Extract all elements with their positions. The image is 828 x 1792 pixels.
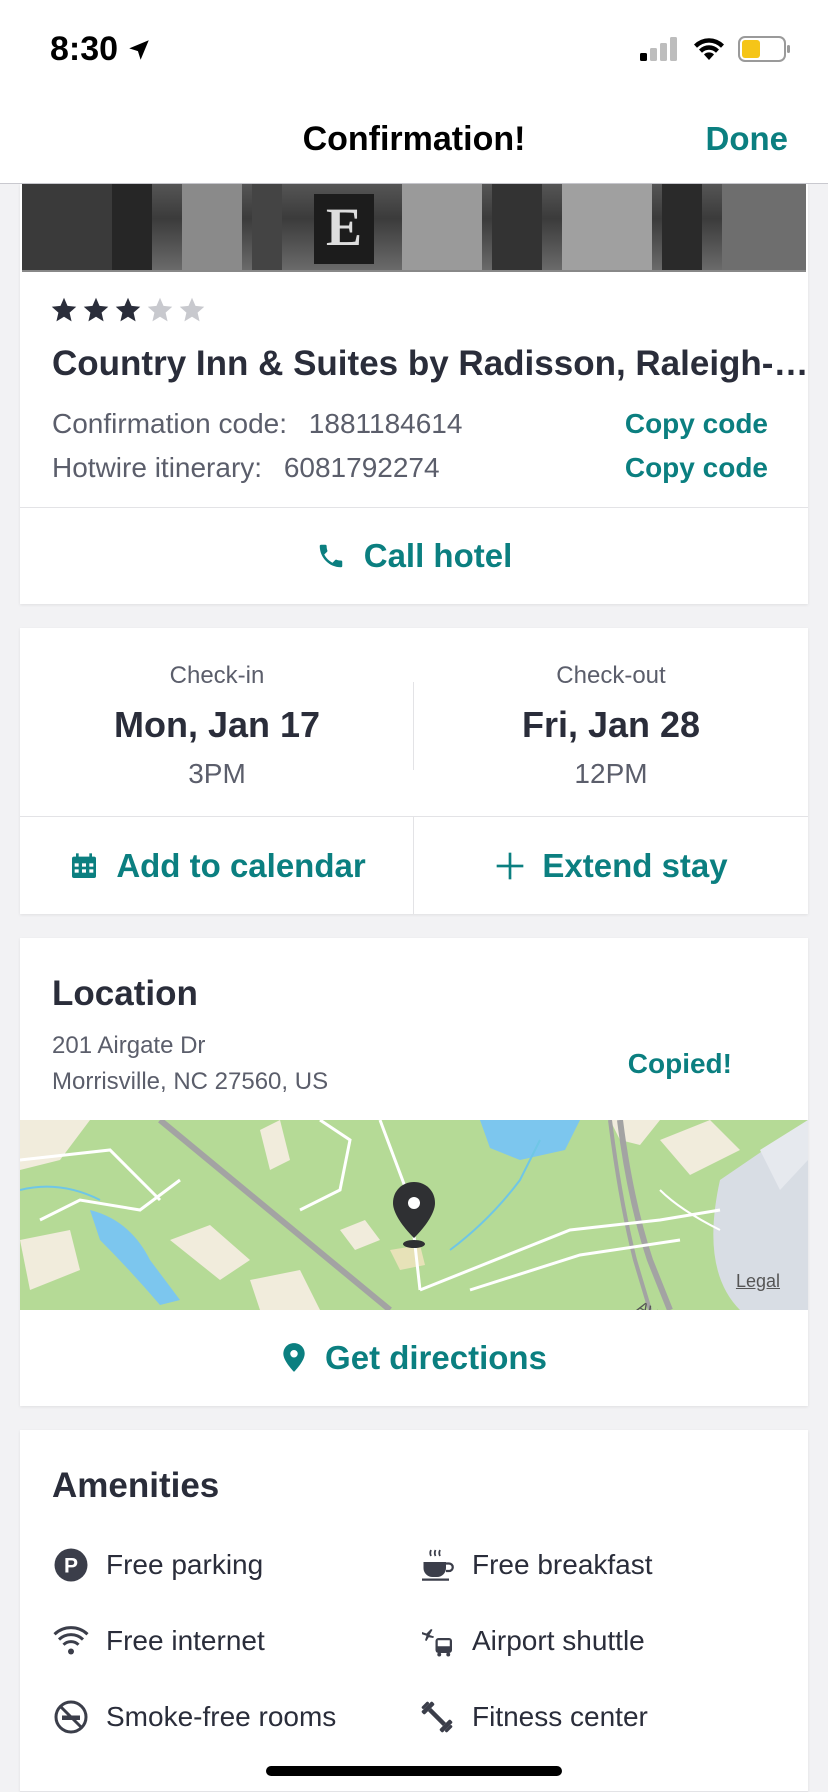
extend-stay-button[interactable]: Extend stay — [414, 817, 808, 914]
location-map[interactable]: AV Legal — [20, 1120, 808, 1310]
star-rating — [50, 296, 206, 324]
get-directions-button[interactable]: Get directions — [20, 1310, 808, 1406]
svg-text:P: P — [64, 1555, 78, 1578]
checkout-section: Check-out Fri, Jan 28 12PM — [414, 628, 808, 816]
plus-icon — [497, 852, 524, 879]
amenity-free-breakfast: Free breakfast — [418, 1546, 653, 1584]
no-smoking-icon — [52, 1698, 90, 1736]
get-directions-label: Get directions — [325, 1339, 547, 1376]
itinerary-code: 6081792274 — [283, 452, 440, 483]
copy-confirmation-code-button[interactable]: Copy code — [625, 408, 768, 440]
map-pin-icon — [393, 1182, 435, 1248]
phone-icon — [319, 544, 342, 568]
parking-icon: P — [52, 1546, 90, 1584]
location-card: Location 201 Airgate Dr Morrisville, NC … — [20, 938, 808, 1406]
star-empty-icon — [179, 297, 205, 322]
dumbbell-icon — [418, 1698, 456, 1736]
checkout-date: Fri, Jan 28 — [521, 704, 701, 745]
done-button[interactable]: Done — [706, 120, 789, 158]
star-filled-icon — [115, 297, 141, 322]
wifi-icon — [52, 1622, 90, 1660]
call-hotel-button[interactable]: Call hotel — [20, 508, 808, 604]
address-line-1[interactable]: 201 Airgate Dr — [52, 1032, 205, 1060]
copy-itinerary-code-button[interactable]: Copy code — [625, 452, 768, 484]
confirmation-code: 1881184614 — [308, 408, 463, 439]
home-indicator — [266, 1766, 562, 1776]
amenity-free-parking: P Free parking — [52, 1546, 263, 1584]
location-arrow-icon — [129, 39, 149, 60]
star-filled-icon — [83, 297, 109, 322]
confirmation-row: Confirmation code: 1881184614 Copy code — [52, 408, 768, 440]
coffee-icon — [418, 1546, 456, 1584]
location-pin-icon — [283, 1343, 305, 1372]
checkout-time: 12PM — [574, 758, 648, 789]
address-line-2[interactable]: Morrisville, NC 27560, US — [52, 1068, 328, 1096]
add-to-calendar-label: Add to calendar — [116, 846, 366, 884]
hotel-photo: E — [22, 184, 806, 272]
hotel-card: E Country Inn & Suites by Radisson, Rale… — [20, 184, 808, 604]
star-filled-icon — [51, 297, 77, 322]
location-title: Location — [52, 974, 198, 1013]
checkin-label: Check-in — [169, 662, 265, 689]
itinerary-row: Hotwire itinerary: 6081792274 Copy code — [52, 452, 768, 484]
itinerary-label: Hotwire itinerary: — [52, 452, 263, 483]
checkin-section: Check-in Mon, Jan 17 3PM — [20, 628, 414, 816]
shuttle-icon — [418, 1622, 456, 1660]
status-bar: 8:30 — [0, 0, 828, 100]
wifi-status-icon — [694, 38, 724, 60]
page-title: Confirmation! — [302, 120, 526, 158]
amenities-card: Amenities P Free parking Free breakfast — [20, 1430, 808, 1792]
checkout-label: Check-out — [556, 662, 666, 689]
hotel-sign: E — [314, 194, 374, 264]
amenity-airport-shuttle: Airport shuttle — [418, 1622, 645, 1660]
cellular-signal-icon — [640, 37, 677, 61]
extend-stay-label: Extend stay — [542, 846, 728, 884]
call-hotel-label: Call hotel — [363, 537, 513, 574]
copied-status: Copied! — [627, 1048, 732, 1079]
add-to-calendar-button[interactable]: Add to calendar — [20, 817, 414, 914]
amenity-fitness-center: Fitness center — [418, 1698, 648, 1736]
hotel-name: Country Inn & Suites by Radisson, Raleig… — [52, 344, 809, 383]
map-legal-link[interactable]: Legal — [736, 1271, 780, 1292]
stay-dates-card: Check-in Mon, Jan 17 3PM Check-out Fri, … — [20, 628, 808, 914]
star-empty-icon — [147, 297, 173, 322]
calendar-icon — [72, 852, 97, 878]
amenity-free-internet: Free internet — [52, 1622, 265, 1660]
checkin-time: 3PM — [188, 758, 246, 789]
amenity-smoke-free-rooms: Smoke-free rooms — [52, 1698, 336, 1736]
status-time: 8:30 — [50, 30, 119, 68]
checkin-date: Mon, Jan 17 — [113, 704, 321, 745]
confirmation-label: Confirmation code: — [52, 408, 288, 439]
battery-icon — [738, 36, 790, 62]
navigation-bar: Confirmation! Done — [0, 100, 828, 184]
amenities-title: Amenities — [52, 1466, 220, 1505]
